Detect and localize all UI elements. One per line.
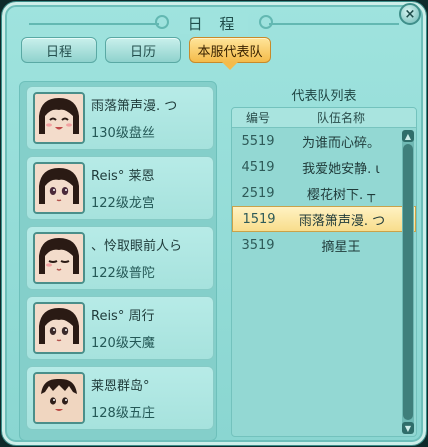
tab-server-team[interactable]: 本服代表队 xyxy=(189,37,271,70)
member-level: 120级天魔 xyxy=(91,336,155,351)
schedule-window: 日 程 × 日程 日历 本服代表队 雨落箫声漫. つ 130级盘丝 Reis° … xyxy=(2,2,426,445)
member-list: 雨落箫声漫. つ 130级盘丝 Reis° 莱恩 122级龙宫 、怜取眼前人ら … xyxy=(19,81,217,441)
member-level: 122级普陀 xyxy=(91,266,155,281)
member-level: 122级龙宫 xyxy=(91,196,155,211)
winking-girl-avatar xyxy=(33,232,85,284)
member-card[interactable]: 雨落箫声漫. つ 130级盘丝 xyxy=(26,86,214,150)
boy-avatar xyxy=(33,372,85,424)
ornament-icon xyxy=(259,15,273,29)
team-code: 5519 xyxy=(241,133,275,149)
team-code: 3519 xyxy=(241,237,275,253)
title-divider xyxy=(29,23,159,25)
team-code: 4519 xyxy=(241,159,275,175)
title-divider xyxy=(269,23,399,25)
member-name: 、怜取眼前人ら xyxy=(91,239,183,254)
scrollbar[interactable]: ▲ ▼ xyxy=(402,130,414,434)
team-name: 摘星王 xyxy=(321,239,361,255)
girl-avatar xyxy=(33,162,85,214)
window-title: 日 程 xyxy=(179,12,249,34)
smiling-girl-avatar xyxy=(33,92,85,144)
member-card[interactable]: 、怜取眼前人ら 122级普陀 xyxy=(26,226,214,290)
close-button[interactable]: × xyxy=(399,3,421,25)
team-list: 编号 队伍名称 5519 为谁而心碎。 4519 我爱她安静. ι 2519 樱… xyxy=(231,107,417,437)
tab-schedule[interactable]: 日程 xyxy=(21,37,97,63)
team-name: 为谁而心碎。 xyxy=(301,135,380,151)
team-row[interactable]: 4519 我爱她安静. ι xyxy=(232,154,416,180)
tab-calendar[interactable]: 日历 xyxy=(105,37,181,63)
member-card[interactable]: Reis° 周行 120级天魔 xyxy=(26,296,214,360)
member-card[interactable]: 莱恩群岛° 128级五庄 xyxy=(26,366,214,430)
ornament-icon xyxy=(155,15,169,29)
scroll-thumb[interactable] xyxy=(403,144,413,420)
team-list-title: 代表队列表 xyxy=(291,89,357,104)
column-header-code: 编号 xyxy=(245,111,270,125)
team-name: 雨落箫声漫. つ xyxy=(298,213,386,229)
scroll-down-icon[interactable]: ▼ xyxy=(402,422,414,434)
team-list-header: 编号 队伍名称 xyxy=(232,108,416,128)
team-list-panel: 代表队列表 编号 队伍名称 5519 为谁而心碎。 4519 我爱她安静. ι … xyxy=(229,81,419,441)
scroll-up-icon[interactable]: ▲ xyxy=(402,130,414,142)
team-row[interactable]: 2519 樱花树下. ┬ xyxy=(232,180,416,206)
team-row[interactable]: 3519 摘星王 xyxy=(232,232,416,258)
team-row-selected[interactable]: 1519 雨落箫声漫. つ xyxy=(232,206,416,232)
close-icon: × xyxy=(404,6,416,22)
member-level: 130级盘丝 xyxy=(91,126,155,141)
member-name: 莱恩群岛° xyxy=(91,379,150,394)
column-header-name: 队伍名称 xyxy=(316,111,365,125)
team-name: 樱花树下. ┬ xyxy=(306,187,376,203)
team-code: 2519 xyxy=(241,185,275,201)
team-code: 1519 xyxy=(242,211,276,227)
member-name: Reis° 周行 xyxy=(91,309,155,324)
tab-bar: 日程 日历 本服代表队 xyxy=(21,37,271,70)
member-name: Reis° 莱恩 xyxy=(91,169,155,184)
team-row[interactable]: 5519 为谁而心碎。 xyxy=(232,128,416,154)
girl-avatar xyxy=(33,302,85,354)
member-level: 128级五庄 xyxy=(91,406,155,421)
member-card[interactable]: Reis° 莱恩 122级龙宫 xyxy=(26,156,214,220)
member-name: 雨落箫声漫. つ xyxy=(91,99,178,114)
team-name: 我爱她安静. ι xyxy=(302,161,380,177)
title-bar: 日 程 xyxy=(5,11,423,35)
